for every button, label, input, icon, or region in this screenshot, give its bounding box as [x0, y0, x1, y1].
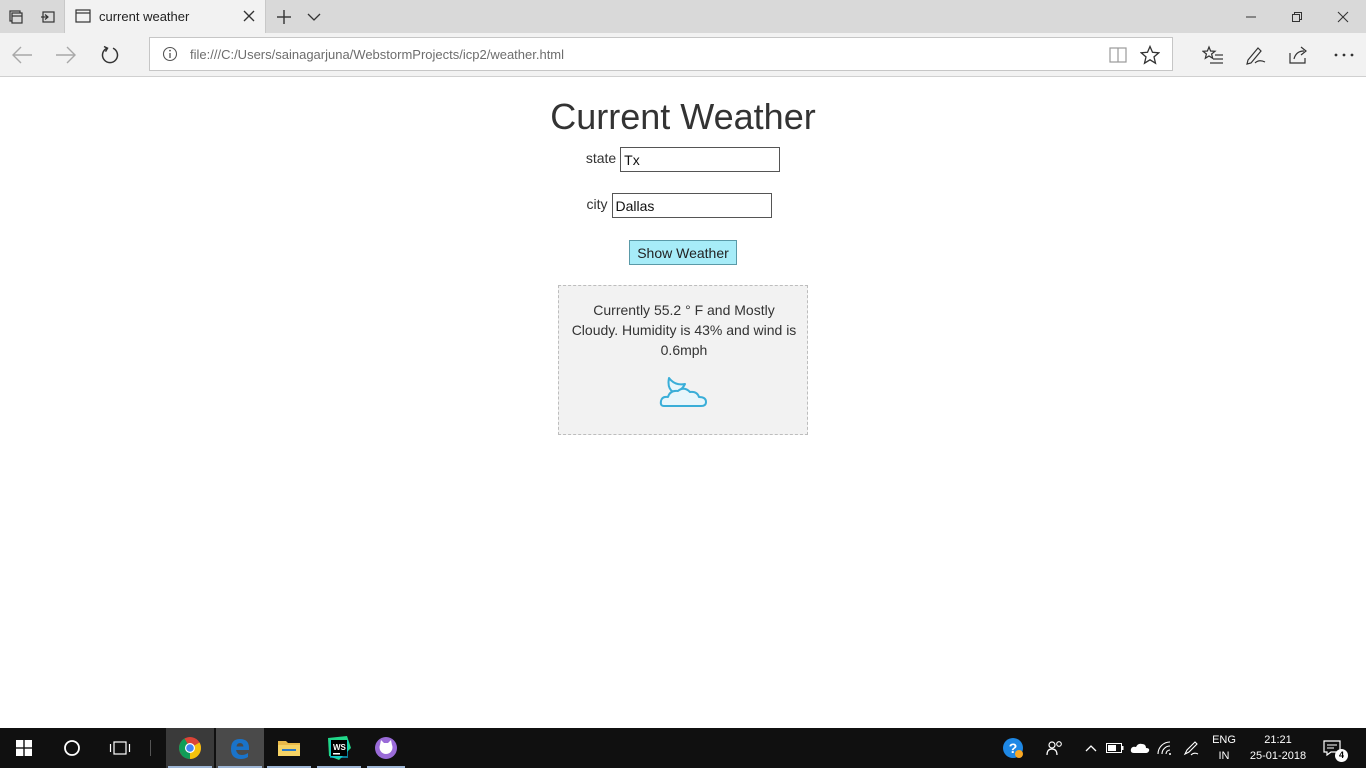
tray-overflow-button[interactable]	[1080, 728, 1102, 768]
browser-tab[interactable]: current weather	[64, 0, 266, 33]
taskbar-app-chrome[interactable]	[166, 728, 214, 768]
set-aside-icon	[41, 10, 55, 23]
page-icon	[75, 9, 91, 23]
show-weather-button[interactable]: Show Weather	[629, 240, 737, 265]
action-center-button[interactable]	[1318, 728, 1346, 768]
share-icon	[1289, 46, 1307, 64]
taskbar-app-github[interactable]	[365, 728, 407, 768]
refresh-icon	[101, 45, 119, 64]
back-button[interactable]	[6, 39, 38, 71]
taskbar-divider	[148, 728, 152, 768]
tab-manager-button[interactable]	[0, 0, 32, 33]
tray-onedrive-button[interactable]	[1128, 728, 1152, 768]
arrow-left-icon	[12, 46, 32, 64]
arrow-right-icon	[56, 46, 76, 64]
chevron-down-icon	[307, 13, 321, 21]
weather-result-box: Currently 55.2 ° F and Mostly Cloudy. Hu…	[558, 285, 808, 435]
language-indicator[interactable]: ENG IN	[1206, 732, 1242, 764]
svg-text:WS: WS	[333, 743, 347, 752]
more-button[interactable]	[1328, 39, 1360, 71]
info-icon[interactable]	[162, 46, 178, 62]
language-code: ENG	[1212, 734, 1236, 746]
moon-cloud-icon	[659, 377, 707, 407]
web-note-button[interactable]	[1240, 39, 1272, 71]
tray-help-button[interactable]: ?	[1000, 728, 1026, 768]
url-text[interactable]: file:///C:/Users/sainagarjuna/WebstormPr…	[190, 47, 564, 62]
people-icon	[1046, 741, 1062, 756]
github-desktop-icon	[375, 737, 397, 759]
navigation-bar: file:///C:/Users/sainagarjuna/WebstormPr…	[0, 33, 1366, 77]
weather-description: Currently 55.2 ° F and Mostly Cloudy. Hu…	[571, 302, 797, 358]
pen-workspace-icon	[1183, 741, 1199, 756]
start-button[interactable]	[0, 728, 48, 768]
cloud-icon	[1130, 743, 1150, 753]
forward-button[interactable]	[50, 39, 82, 71]
taskbar-app-edge[interactable]	[216, 728, 264, 768]
clock-date: 25-01-2018	[1249, 750, 1307, 762]
wifi-icon	[1157, 741, 1171, 755]
search-circle-icon	[64, 740, 80, 756]
help-icon: ?	[1003, 738, 1023, 758]
restore-icon	[1292, 11, 1302, 22]
city-input[interactable]	[611, 193, 772, 218]
city-row: city	[0, 193, 1366, 218]
tabs-aside-icon	[9, 9, 23, 24]
region-code: IN	[1218, 750, 1230, 762]
task-view-button[interactable]	[96, 728, 144, 768]
address-bar[interactable]: file:///C:/Users/sainagarjuna/WebstormPr…	[149, 37, 1173, 71]
tray-wifi-button[interactable]	[1154, 728, 1176, 768]
tab-preview-button[interactable]	[298, 0, 330, 33]
close-icon	[1337, 11, 1349, 22]
city-label: city	[586, 196, 608, 213]
restore-button[interactable]	[1274, 0, 1320, 33]
reading-view-icon[interactable]	[1108, 45, 1128, 65]
tray-people-button[interactable]	[1042, 728, 1068, 768]
minimize-icon	[1246, 16, 1256, 17]
chevron-up-icon	[1085, 745, 1097, 752]
clock[interactable]: 21:21 25-01-2018	[1244, 732, 1312, 764]
clock-time: 21:21	[1264, 734, 1292, 746]
taskbar: WS ? ENG IN 21:21 25-01-2018	[0, 728, 1366, 768]
task-view-icon	[109, 741, 131, 755]
favorite-star-icon[interactable]	[1140, 45, 1160, 65]
refresh-button[interactable]	[94, 39, 126, 71]
close-window-button[interactable]	[1320, 0, 1366, 33]
tray-pen-button[interactable]	[1180, 728, 1202, 768]
favorites-list-icon	[1202, 45, 1223, 64]
webstorm-icon: WS	[328, 736, 351, 760]
close-tab-icon[interactable]	[241, 8, 257, 24]
taskbar-app-webstorm[interactable]: WS	[315, 728, 363, 768]
taskbar-app-file-explorer[interactable]	[265, 728, 313, 768]
state-row: state	[0, 147, 1366, 172]
minimize-button[interactable]	[1228, 0, 1274, 33]
page-content: Current Weather state city Show Weather …	[0, 78, 1366, 728]
folder-icon	[278, 741, 300, 756]
pen-icon	[1246, 47, 1266, 65]
tab-title: current weather	[99, 9, 190, 24]
more-dots-icon	[1334, 53, 1354, 57]
tab-strip: current weather	[0, 0, 1366, 33]
cortana-button[interactable]	[48, 728, 96, 768]
new-tab-button[interactable]	[268, 0, 300, 33]
notification-count-badge: 4	[1335, 749, 1348, 762]
edge-icon	[231, 739, 249, 759]
windows-logo-icon	[16, 740, 32, 756]
set-tabs-aside-button[interactable]	[32, 0, 64, 33]
tray-battery-button[interactable]	[1104, 728, 1126, 768]
state-label: state	[585, 150, 617, 167]
state-input[interactable]	[620, 147, 781, 172]
chrome-icon	[179, 737, 201, 759]
battery-icon	[1106, 743, 1124, 753]
hub-button[interactable]	[1197, 39, 1229, 71]
share-button[interactable]	[1283, 39, 1315, 71]
page-title: Current Weather	[550, 96, 816, 137]
plus-icon	[277, 9, 291, 24]
